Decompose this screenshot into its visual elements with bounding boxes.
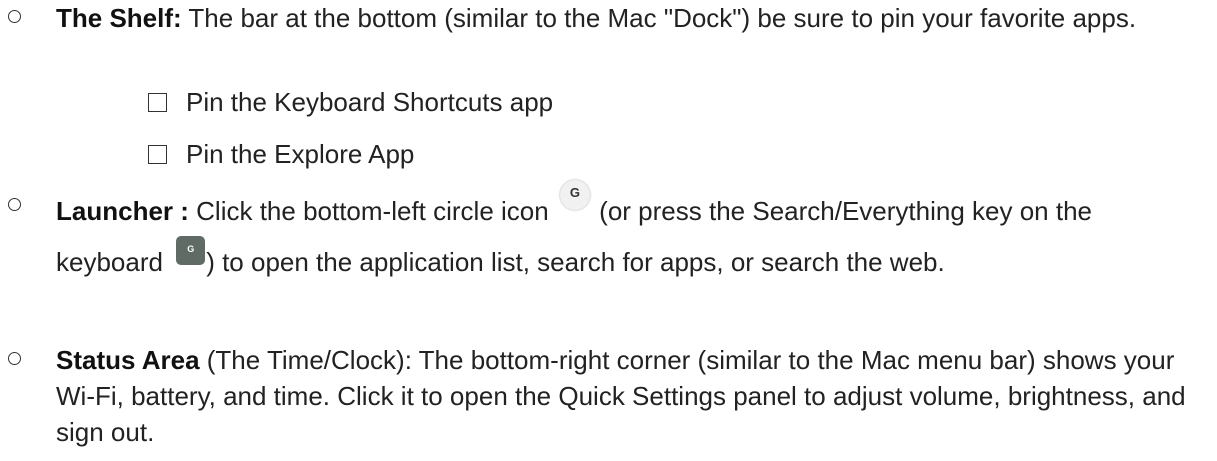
item-description: The bar at the bottom (similar to the Ma… xyxy=(181,3,1137,33)
hollow-bullet-icon xyxy=(8,352,21,365)
list-item-text: Status Area (The Time/Clock): The bottom… xyxy=(56,342,1206,450)
search-key-icon: G xyxy=(176,236,206,265)
checkbox-icon[interactable] xyxy=(148,145,167,164)
item-title: Status Area xyxy=(56,345,200,375)
checklist-label: Pin the Explore App xyxy=(186,139,415,169)
list-item-text: The Shelf: The bar at the bottom (simila… xyxy=(56,0,1206,36)
item-title: The Shelf: xyxy=(56,3,182,33)
launcher-circle-icon: G xyxy=(559,180,590,210)
hollow-bullet-icon xyxy=(8,198,21,211)
list-item-text: Launcher : Click the bottom-left circle … xyxy=(56,180,1206,287)
item-description: (The Time/Clock): The bottom-right corne… xyxy=(56,345,1186,447)
hollow-bullet-icon xyxy=(8,10,21,23)
item-description-part-3: ) to open the application list, search f… xyxy=(206,247,945,277)
checklist-label: Pin the Keyboard Shortcuts app xyxy=(186,87,554,117)
item-description-part-1: Click the bottom-left circle icon xyxy=(188,196,549,226)
item-title: Launcher : xyxy=(56,196,189,226)
checkbox-icon[interactable] xyxy=(148,93,167,112)
